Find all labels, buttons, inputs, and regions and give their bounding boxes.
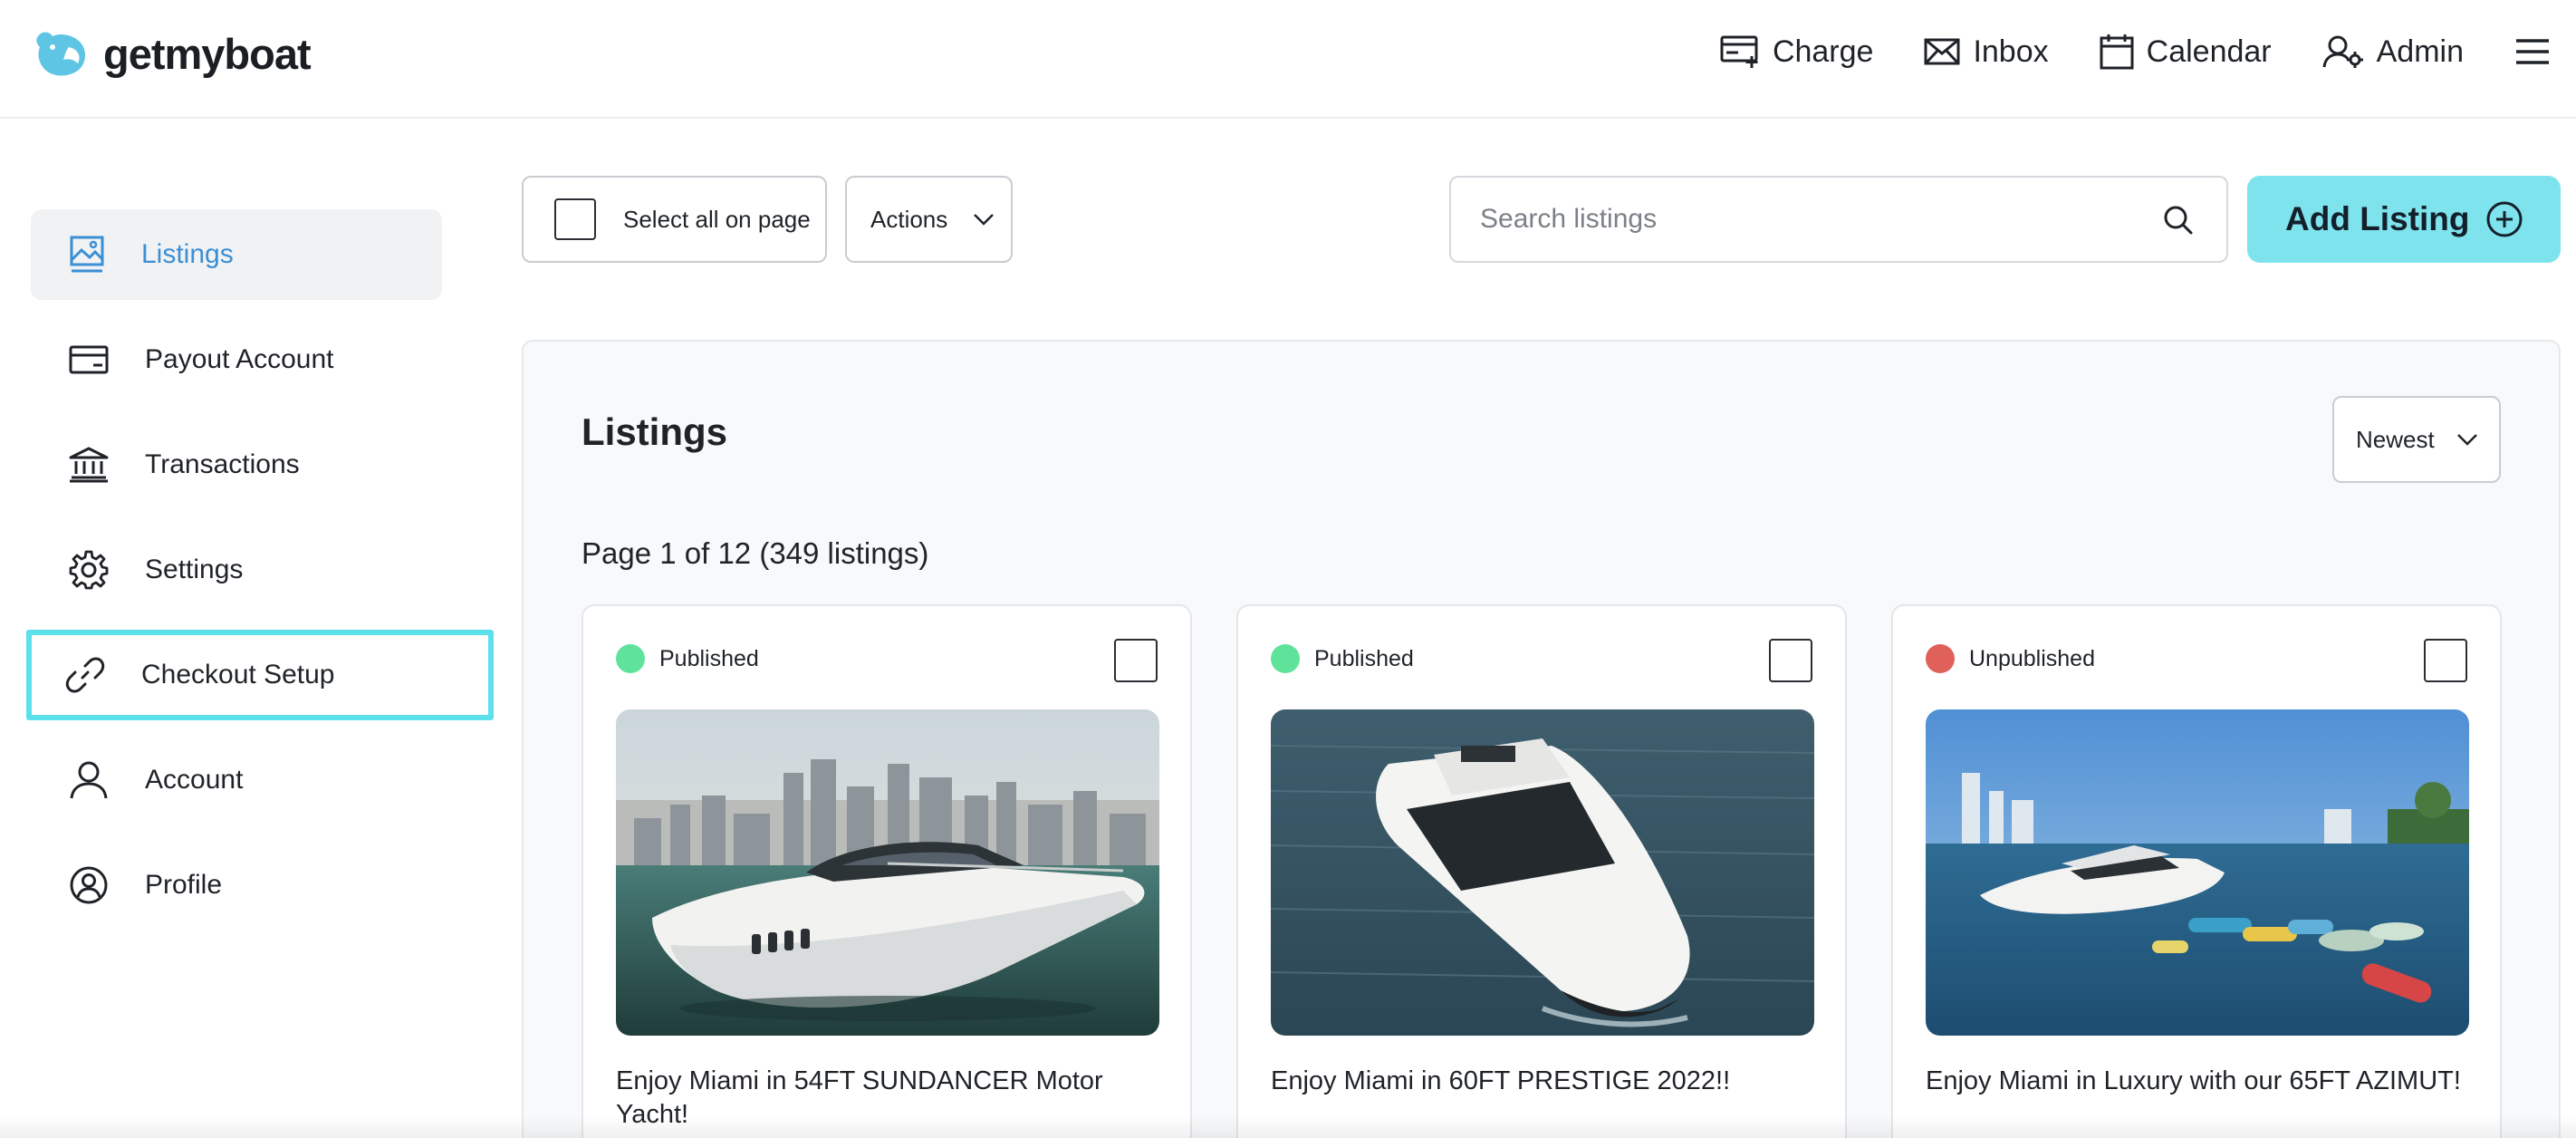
status-badge: Unpublished — [1926, 644, 2095, 673]
add-listing-label: Add Listing — [2285, 200, 2470, 237]
plus-circle-icon — [2486, 201, 2523, 237]
status-label: Published — [1314, 645, 1414, 671]
chevron-down-icon — [974, 214, 995, 226]
link-icon — [65, 657, 105, 693]
sidebar-item-label: Listings — [141, 239, 234, 269]
gear-icon — [69, 550, 109, 590]
top-header: getmyboat Charge Inbox Calendar Admin — [0, 0, 2576, 119]
sidebar-item-label: Profile — [145, 870, 223, 900]
nav-inbox[interactable]: Inbox — [1924, 34, 2049, 70]
search-icon[interactable] — [2163, 205, 2194, 236]
sidebar-item-listings[interactable]: Listings — [31, 209, 442, 300]
credit-card-icon — [69, 345, 109, 374]
card-charge-icon — [1720, 35, 1758, 68]
status-badge: Published — [1271, 644, 1414, 673]
listing-checkbox[interactable] — [1114, 639, 1158, 682]
status-label: Unpublished — [1969, 645, 2095, 671]
listing-photo[interactable] — [1926, 709, 2469, 1036]
nav-admin[interactable]: Admin — [2322, 34, 2464, 70]
listing-photo[interactable] — [1271, 709, 1814, 1036]
listing-title[interactable]: Enjoy Miami in Luxury with our 65FT AZIM… — [1926, 1065, 2478, 1098]
logo-text: getmyboat — [103, 29, 312, 78]
bottom-fade — [0, 1116, 2576, 1138]
status-label: Published — [659, 645, 759, 671]
nav-calendar-label: Calendar — [2146, 34, 2272, 69]
listing-checkbox[interactable] — [1769, 639, 1812, 682]
hamburger-icon — [2516, 39, 2549, 64]
user-gear-icon — [2322, 35, 2363, 68]
logo-icon — [36, 32, 85, 76]
actions-dropdown[interactable]: Actions — [845, 176, 1013, 263]
user-circle-icon — [70, 866, 108, 904]
listing-card[interactable]: Unpublished Enjoy Miami in Luxury with o… — [1891, 604, 2502, 1138]
status-badge: Published — [616, 644, 759, 673]
actions-label: Actions — [870, 205, 948, 233]
listing-checkbox[interactable] — [2424, 639, 2467, 682]
select-all-checkbox[interactable] — [554, 198, 596, 240]
sidebar-item-label: Settings — [145, 555, 244, 584]
status-dot — [1271, 644, 1300, 673]
top-nav: Charge Inbox Calendar Admin — [1720, 0, 2576, 103]
listing-card[interactable]: Published — [1236, 604, 1847, 1138]
listing-photo[interactable] — [616, 709, 1159, 1036]
search-input[interactable] — [1480, 204, 2150, 235]
chevron-down-icon — [2456, 434, 2477, 446]
nav-charge[interactable]: Charge — [1720, 34, 1874, 70]
select-all-label: Select all on page — [623, 205, 811, 233]
bank-icon — [69, 447, 109, 483]
sidebar-item-label: Transactions — [145, 449, 300, 479]
status-dot — [1926, 644, 1955, 673]
nav-calendar[interactable]: Calendar — [2100, 34, 2272, 70]
user-icon — [70, 761, 108, 799]
sidebar-item-transactions[interactable]: Transactions — [31, 420, 442, 510]
sort-label: Newest — [2356, 425, 2435, 453]
sidebar-item-payout-account[interactable]: Payout Account — [31, 314, 442, 405]
sidebar-item-account[interactable]: Account — [31, 735, 442, 825]
pagination-info: Page 1 of 12 (349 listings) — [582, 536, 929, 570]
hamburger-menu-button[interactable] — [2514, 38, 2551, 65]
mail-icon — [1924, 38, 1960, 65]
sidebar: Listings Payout Account Transactions Set… — [0, 119, 507, 1138]
image-icon — [70, 236, 104, 273]
sidebar-item-settings[interactable]: Settings — [31, 525, 442, 615]
sidebar-item-checkout-setup[interactable]: Checkout Setup — [26, 630, 494, 720]
sidebar-item-profile[interactable]: Profile — [31, 840, 442, 931]
sidebar-item-label: Account — [145, 765, 244, 795]
sidebar-item-label: Payout Account — [145, 344, 334, 374]
listing-card[interactable]: Published — [582, 604, 1192, 1138]
search-box — [1449, 176, 2228, 263]
nav-admin-label: Admin — [2376, 34, 2464, 69]
sort-dropdown[interactable]: Newest — [2332, 396, 2501, 483]
nav-charge-label: Charge — [1772, 34, 1874, 69]
nav-inbox-label: Inbox — [1973, 34, 2049, 69]
page-title: Listings — [582, 410, 728, 453]
listings-panel: Listings Newest Page 1 of 12 (349 listin… — [522, 340, 2561, 1138]
status-dot — [616, 644, 645, 673]
sidebar-item-label: Checkout Setup — [141, 660, 335, 690]
add-listing-button[interactable]: Add Listing — [2247, 176, 2561, 263]
select-all-button[interactable]: Select all on page — [522, 176, 827, 263]
calendar-icon — [2100, 34, 2134, 70]
listing-title[interactable]: Enjoy Miami in 60FT PRESTIGE 2022!! — [1271, 1065, 1823, 1098]
logo[interactable]: getmyboat — [33, 27, 312, 80]
